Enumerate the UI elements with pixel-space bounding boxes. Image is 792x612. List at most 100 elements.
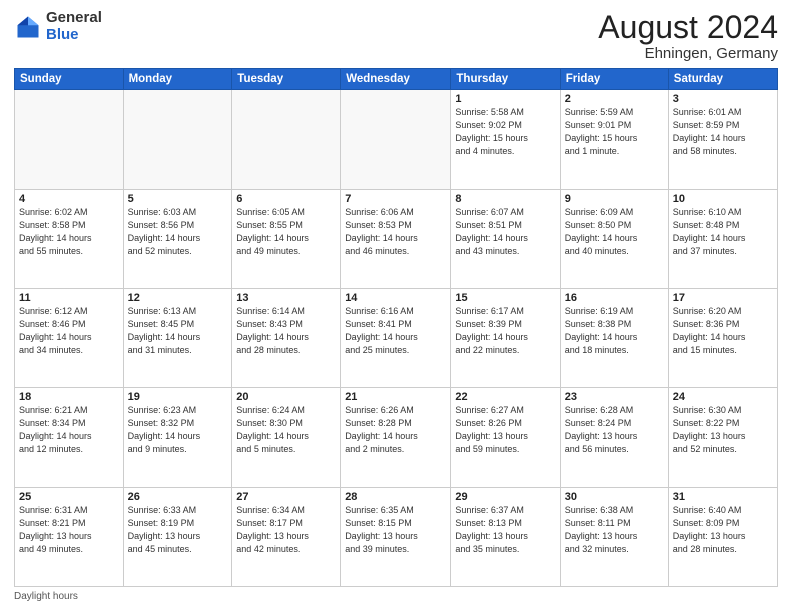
calendar-cell: 31Sunrise: 6:40 AM Sunset: 8:09 PM Dayli… — [668, 487, 777, 586]
calendar-cell: 30Sunrise: 6:38 AM Sunset: 8:11 PM Dayli… — [560, 487, 668, 586]
location: Ehningen, Germany — [598, 45, 778, 62]
day-number: 7 — [345, 193, 446, 205]
day-info: Sunrise: 5:59 AM Sunset: 9:01 PM Dayligh… — [565, 106, 664, 158]
day-number: 27 — [236, 491, 336, 503]
day-number: 26 — [128, 491, 228, 503]
calendar-cell — [232, 90, 341, 189]
weekday-thursday: Thursday — [451, 69, 560, 90]
weekday-wednesday: Wednesday — [341, 69, 451, 90]
calendar-cell: 1Sunrise: 5:58 AM Sunset: 9:02 PM Daylig… — [451, 90, 560, 189]
day-number: 19 — [128, 391, 228, 403]
day-number: 30 — [565, 491, 664, 503]
calendar-cell: 3Sunrise: 6:01 AM Sunset: 8:59 PM Daylig… — [668, 90, 777, 189]
calendar-cell — [341, 90, 451, 189]
calendar-cell: 4Sunrise: 6:02 AM Sunset: 8:58 PM Daylig… — [15, 189, 124, 288]
day-number: 22 — [455, 391, 555, 403]
calendar-cell: 25Sunrise: 6:31 AM Sunset: 8:21 PM Dayli… — [15, 487, 124, 586]
day-info: Sunrise: 5:58 AM Sunset: 9:02 PM Dayligh… — [455, 106, 555, 158]
day-number: 9 — [565, 193, 664, 205]
day-number: 31 — [673, 491, 773, 503]
day-info: Sunrise: 6:23 AM Sunset: 8:32 PM Dayligh… — [128, 404, 228, 456]
calendar-cell: 29Sunrise: 6:37 AM Sunset: 8:13 PM Dayli… — [451, 487, 560, 586]
day-number: 10 — [673, 193, 773, 205]
day-number: 25 — [19, 491, 119, 503]
week-row-5: 25Sunrise: 6:31 AM Sunset: 8:21 PM Dayli… — [15, 487, 778, 586]
day-number: 2 — [565, 93, 664, 105]
day-info: Sunrise: 6:40 AM Sunset: 8:09 PM Dayligh… — [673, 504, 773, 556]
logo-blue: Blue — [46, 27, 102, 44]
day-info: Sunrise: 6:28 AM Sunset: 8:24 PM Dayligh… — [565, 404, 664, 456]
calendar-cell: 27Sunrise: 6:34 AM Sunset: 8:17 PM Dayli… — [232, 487, 341, 586]
day-info: Sunrise: 6:33 AM Sunset: 8:19 PM Dayligh… — [128, 504, 228, 556]
calendar-cell — [123, 90, 232, 189]
calendar-cell: 7Sunrise: 6:06 AM Sunset: 8:53 PM Daylig… — [341, 189, 451, 288]
calendar-cell: 11Sunrise: 6:12 AM Sunset: 8:46 PM Dayli… — [15, 288, 124, 387]
calendar-table: SundayMondayTuesdayWednesdayThursdayFrid… — [14, 68, 778, 587]
logo: General Blue — [14, 10, 102, 43]
day-info: Sunrise: 6:02 AM Sunset: 8:58 PM Dayligh… — [19, 206, 119, 258]
calendar-cell — [15, 90, 124, 189]
day-info: Sunrise: 6:26 AM Sunset: 8:28 PM Dayligh… — [345, 404, 446, 456]
calendar-cell: 24Sunrise: 6:30 AM Sunset: 8:22 PM Dayli… — [668, 388, 777, 487]
week-row-3: 11Sunrise: 6:12 AM Sunset: 8:46 PM Dayli… — [15, 288, 778, 387]
day-info: Sunrise: 6:14 AM Sunset: 8:43 PM Dayligh… — [236, 305, 336, 357]
day-info: Sunrise: 6:10 AM Sunset: 8:48 PM Dayligh… — [673, 206, 773, 258]
week-row-2: 4Sunrise: 6:02 AM Sunset: 8:58 PM Daylig… — [15, 189, 778, 288]
day-number: 28 — [345, 491, 446, 503]
day-info: Sunrise: 6:38 AM Sunset: 8:11 PM Dayligh… — [565, 504, 664, 556]
calendar-cell: 8Sunrise: 6:07 AM Sunset: 8:51 PM Daylig… — [451, 189, 560, 288]
day-info: Sunrise: 6:19 AM Sunset: 8:38 PM Dayligh… — [565, 305, 664, 357]
calendar-cell: 21Sunrise: 6:26 AM Sunset: 8:28 PM Dayli… — [341, 388, 451, 487]
day-number: 20 — [236, 391, 336, 403]
calendar-cell: 5Sunrise: 6:03 AM Sunset: 8:56 PM Daylig… — [123, 189, 232, 288]
weekday-friday: Friday — [560, 69, 668, 90]
day-number: 8 — [455, 193, 555, 205]
calendar-cell: 10Sunrise: 6:10 AM Sunset: 8:48 PM Dayli… — [668, 189, 777, 288]
day-number: 6 — [236, 193, 336, 205]
day-number: 29 — [455, 491, 555, 503]
day-info: Sunrise: 6:31 AM Sunset: 8:21 PM Dayligh… — [19, 504, 119, 556]
day-number: 15 — [455, 292, 555, 304]
calendar-cell: 18Sunrise: 6:21 AM Sunset: 8:34 PM Dayli… — [15, 388, 124, 487]
calendar-cell: 28Sunrise: 6:35 AM Sunset: 8:15 PM Dayli… — [341, 487, 451, 586]
day-number: 17 — [673, 292, 773, 304]
weekday-sunday: Sunday — [15, 69, 124, 90]
title-block: August 2024 Ehningen, Germany — [598, 10, 778, 62]
day-number: 11 — [19, 292, 119, 304]
day-info: Sunrise: 6:05 AM Sunset: 8:55 PM Dayligh… — [236, 206, 336, 258]
page: General Blue August 2024 Ehningen, Germa… — [0, 0, 792, 612]
day-number: 21 — [345, 391, 446, 403]
day-info: Sunrise: 6:21 AM Sunset: 8:34 PM Dayligh… — [19, 404, 119, 456]
calendar-cell: 14Sunrise: 6:16 AM Sunset: 8:41 PM Dayli… — [341, 288, 451, 387]
week-row-1: 1Sunrise: 5:58 AM Sunset: 9:02 PM Daylig… — [15, 90, 778, 189]
header: General Blue August 2024 Ehningen, Germa… — [14, 10, 778, 62]
day-info: Sunrise: 6:01 AM Sunset: 8:59 PM Dayligh… — [673, 106, 773, 158]
day-info: Sunrise: 6:30 AM Sunset: 8:22 PM Dayligh… — [673, 404, 773, 456]
calendar-cell: 19Sunrise: 6:23 AM Sunset: 8:32 PM Dayli… — [123, 388, 232, 487]
calendar-cell: 13Sunrise: 6:14 AM Sunset: 8:43 PM Dayli… — [232, 288, 341, 387]
weekday-monday: Monday — [123, 69, 232, 90]
calendar-cell: 17Sunrise: 6:20 AM Sunset: 8:36 PM Dayli… — [668, 288, 777, 387]
day-number: 16 — [565, 292, 664, 304]
day-info: Sunrise: 6:20 AM Sunset: 8:36 PM Dayligh… — [673, 305, 773, 357]
calendar-cell: 2Sunrise: 5:59 AM Sunset: 9:01 PM Daylig… — [560, 90, 668, 189]
footer-note: Daylight hours — [14, 591, 778, 602]
day-info: Sunrise: 6:27 AM Sunset: 8:26 PM Dayligh… — [455, 404, 555, 456]
calendar-cell: 15Sunrise: 6:17 AM Sunset: 8:39 PM Dayli… — [451, 288, 560, 387]
calendar-cell: 16Sunrise: 6:19 AM Sunset: 8:38 PM Dayli… — [560, 288, 668, 387]
day-number: 18 — [19, 391, 119, 403]
calendar-cell: 23Sunrise: 6:28 AM Sunset: 8:24 PM Dayli… — [560, 388, 668, 487]
day-number: 5 — [128, 193, 228, 205]
day-info: Sunrise: 6:09 AM Sunset: 8:50 PM Dayligh… — [565, 206, 664, 258]
day-info: Sunrise: 6:37 AM Sunset: 8:13 PM Dayligh… — [455, 504, 555, 556]
day-number: 3 — [673, 93, 773, 105]
day-info: Sunrise: 6:17 AM Sunset: 8:39 PM Dayligh… — [455, 305, 555, 357]
day-number: 1 — [455, 93, 555, 105]
day-info: Sunrise: 6:03 AM Sunset: 8:56 PM Dayligh… — [128, 206, 228, 258]
calendar-cell: 6Sunrise: 6:05 AM Sunset: 8:55 PM Daylig… — [232, 189, 341, 288]
logo-icon — [14, 13, 42, 41]
day-info: Sunrise: 6:24 AM Sunset: 8:30 PM Dayligh… — [236, 404, 336, 456]
weekday-header-row: SundayMondayTuesdayWednesdayThursdayFrid… — [15, 69, 778, 90]
calendar-cell: 26Sunrise: 6:33 AM Sunset: 8:19 PM Dayli… — [123, 487, 232, 586]
logo-text: General Blue — [46, 10, 102, 43]
